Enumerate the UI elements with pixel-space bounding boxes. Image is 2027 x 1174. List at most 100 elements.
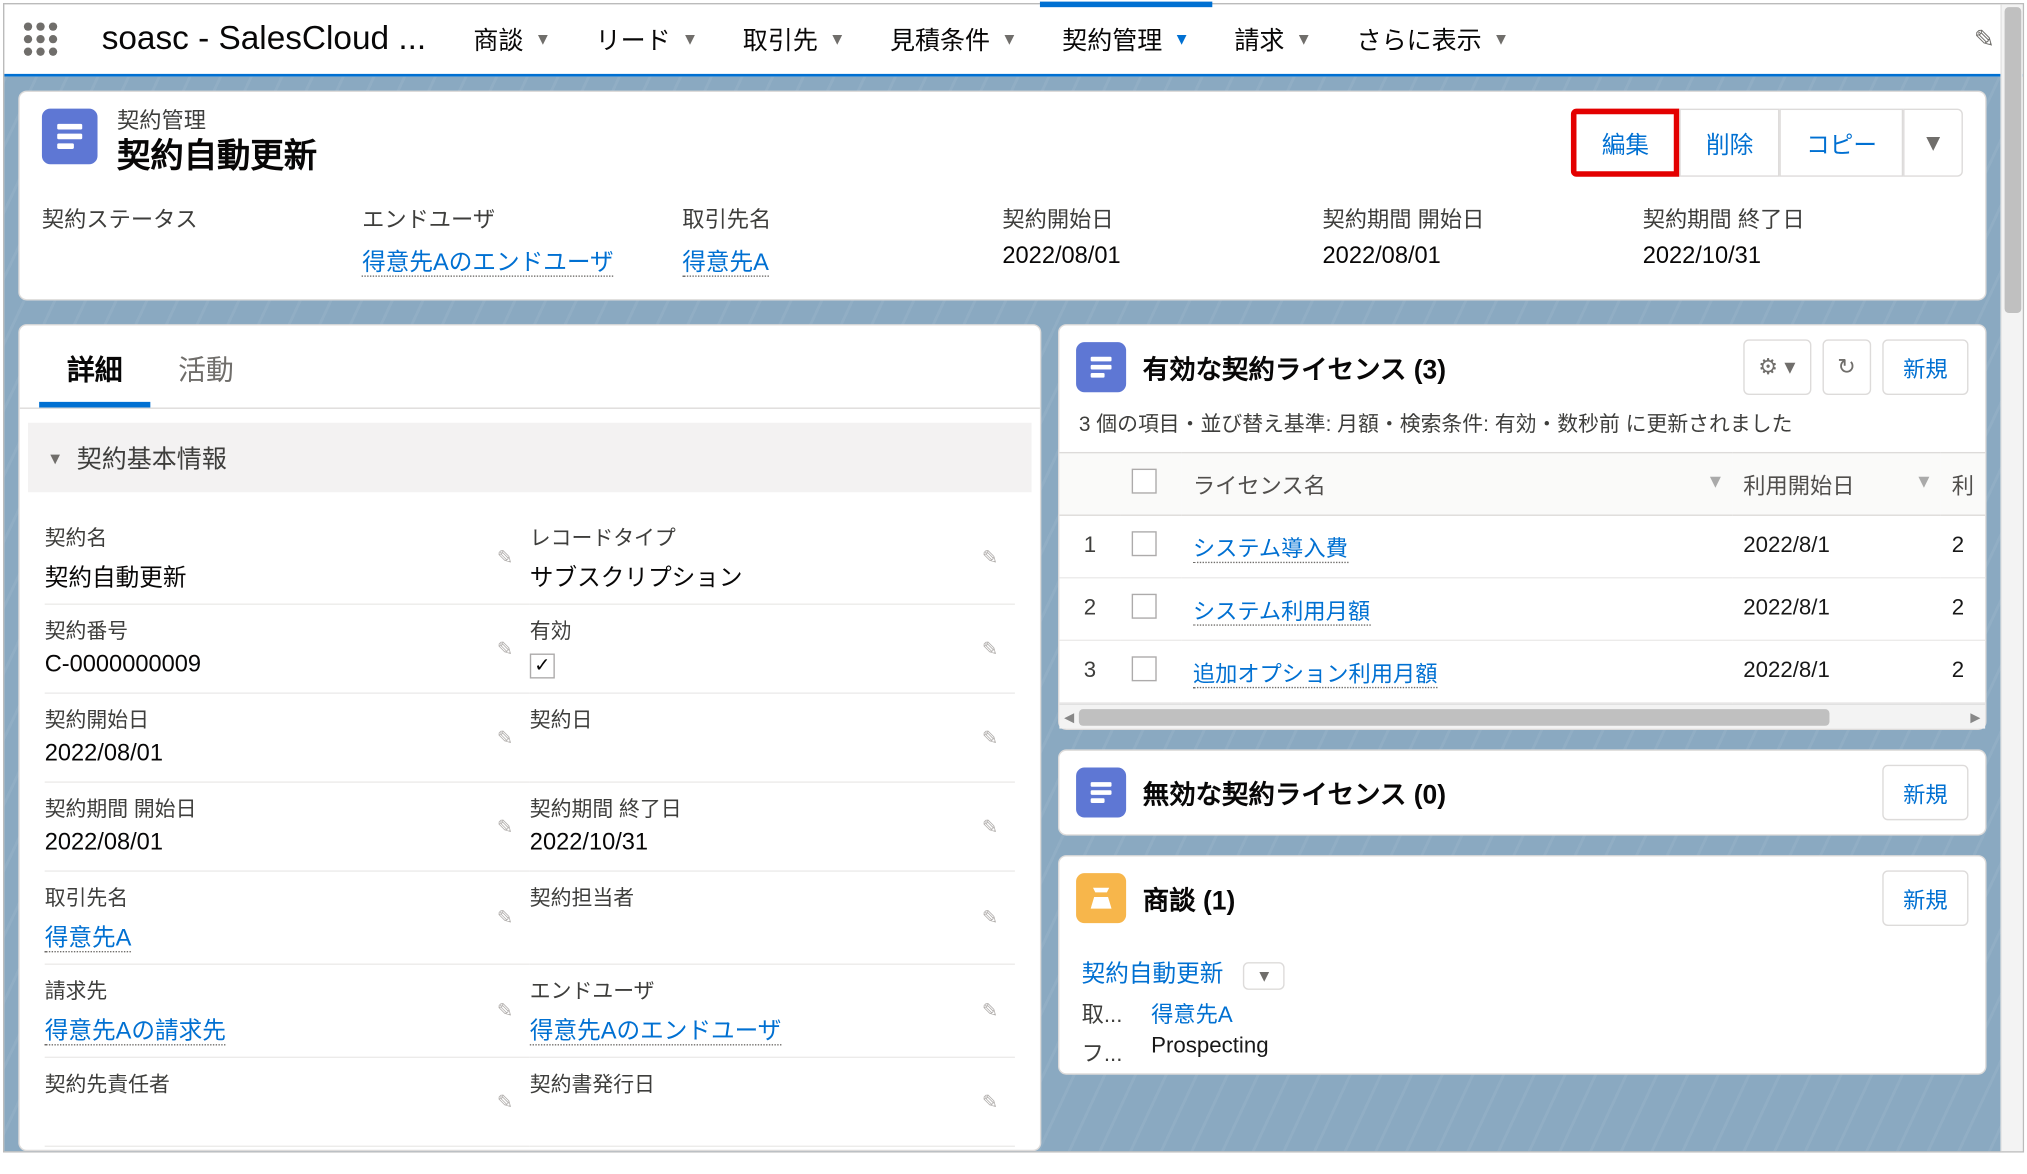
pencil-icon[interactable]: ✎ — [497, 906, 513, 930]
new-button[interactable]: 新規 — [1882, 870, 1968, 926]
chevron-down-icon[interactable]: ▼ — [1296, 29, 1313, 48]
row-checkbox[interactable] — [1132, 656, 1157, 681]
field-label: 契約番号 — [45, 616, 516, 645]
field-value-link[interactable]: 得意先Aのエンドユーザ — [530, 1018, 782, 1046]
field-value-link[interactable]: 得意先Aのエンドユーザ — [362, 250, 614, 278]
more-actions-dropdown[interactable]: ▼ — [1903, 109, 1963, 177]
field-label: 契約書発行日 — [530, 1069, 1001, 1098]
pencil-icon[interactable]: ✎ — [982, 906, 998, 930]
pencil-icon[interactable]: ✎ — [497, 999, 513, 1023]
pencil-icon[interactable]: ✎ — [497, 1090, 513, 1114]
field-label: エンドユーザ — [362, 201, 682, 234]
opportunity-link[interactable]: 契約自動更新 — [1082, 961, 1224, 987]
nav-tab-more[interactable]: さらに表示▼ — [1334, 4, 1531, 74]
nav-tab-contract[interactable]: 契約管理 ▼ — [1040, 4, 1212, 74]
pencil-icon[interactable]: ✎ — [497, 546, 513, 570]
row-checkbox[interactable] — [1132, 531, 1157, 556]
field-value: 2022/08/01 — [45, 740, 516, 771]
tab-activity[interactable]: 活動 — [150, 325, 261, 407]
select-all-checkbox[interactable] — [1132, 468, 1157, 493]
field-value-link[interactable]: 得意先Aの請求先 — [45, 1018, 226, 1046]
field-value-link[interactable]: 得意先A — [682, 250, 769, 278]
field-label: レコードタイプ — [530, 523, 1001, 552]
chevron-down-icon[interactable]: ▼ — [682, 29, 699, 48]
detail-field: 契約開始日2022/08/01✎ — [45, 694, 530, 783]
col-header[interactable]: ライセンス名 — [1193, 476, 1326, 500]
related-list-opportunities: 商談 (1) 新規 契約自動更新 ▼ 取...得意先Aフ...Prospecti… — [1058, 855, 1987, 1074]
row-number: 3 — [1059, 640, 1120, 703]
horizontal-scrollbar[interactable]: ◄ ► — [1059, 704, 1985, 729]
nav-tab-opportunity[interactable]: 商談▼ — [451, 4, 573, 74]
related-list-title[interactable]: 無効な契約ライセンス (0) — [1143, 774, 1446, 812]
chevron-down-icon[interactable]: ▾ — [1918, 467, 1929, 495]
field-value: 2022/08/01 — [1323, 243, 1643, 271]
opp-field-label: フ... — [1082, 1034, 1138, 1067]
global-header: soasc - SalesCloud ... 商談▼ リード▼ 取引先▼ 見積条… — [4, 4, 2022, 76]
edit-button[interactable]: 編集 — [1571, 109, 1679, 177]
chevron-down-icon: ▾ — [50, 446, 60, 470]
chevron-down-icon[interactable]: ▼ — [1173, 29, 1190, 48]
record-title: 契約自動更新 — [117, 135, 317, 178]
row-action-dropdown[interactable]: ▼ — [1244, 962, 1286, 990]
app-name-label: soasc - SalesCloud ... — [77, 20, 452, 59]
detail-field: 契約書発行日✎ — [530, 1058, 1015, 1147]
nav-tab-invoice[interactable]: 請求▼ — [1212, 4, 1334, 74]
chevron-down-icon[interactable]: ▼ — [1001, 29, 1018, 48]
nav-tabs: 商談▼ リード▼ 取引先▼ 見積条件▼ 契約管理 ▼ 請求▼ さらに表示▼ — [451, 4, 1531, 74]
nav-label: 契約管理 — [1062, 21, 1162, 57]
section-toggle[interactable]: ▾ 契約基本情報 — [28, 423, 1032, 493]
field-label: 契約期間 開始日 — [1323, 201, 1643, 234]
col-header[interactable]: 利用開始日 — [1743, 476, 1854, 500]
field-value: 契約自動更新 — [45, 558, 516, 593]
start-date: 2022/8/1 — [1732, 515, 1941, 578]
related-list-disabled-licenses: 無効な契約ライセンス (0) 新規 — [1058, 749, 1987, 835]
license-link[interactable]: 追加オプション利用月額 — [1193, 663, 1438, 688]
field-label: 有効 — [530, 616, 1001, 645]
pencil-icon[interactable]: ✎ — [497, 637, 513, 661]
nav-tab-quote[interactable]: 見積条件▼ — [868, 4, 1040, 74]
nav-tab-lead[interactable]: リード▼ — [573, 4, 720, 74]
license-link[interactable]: システム利用月額 — [1193, 601, 1370, 626]
delete-button[interactable]: 削除 — [1680, 109, 1780, 177]
row-checkbox[interactable] — [1132, 593, 1157, 618]
chevron-down-icon[interactable]: ▾ — [1710, 467, 1721, 495]
new-button[interactable]: 新規 — [1882, 765, 1968, 821]
pencil-icon[interactable]: ✎ — [497, 726, 513, 750]
detail-field: レコードタイプサブスクリプション✎ — [530, 512, 1015, 605]
pencil-icon[interactable]: ✎ — [982, 815, 998, 839]
license-link[interactable]: システム導入費 — [1193, 538, 1348, 563]
section-title: 契約基本情報 — [77, 439, 227, 475]
table-row[interactable]: 1システム導入費2022/8/12 — [1059, 515, 1985, 578]
pencil-icon[interactable]: ✎ — [982, 546, 998, 570]
table-row[interactable]: 3追加オプション利用月額2022/8/12 — [1059, 640, 1985, 703]
record-actions: 編集 削除 コピー ▼ — [1571, 109, 1963, 177]
chevron-down-icon[interactable]: ▼ — [535, 29, 552, 48]
tab-detail[interactable]: 詳細 — [39, 325, 150, 407]
pencil-icon[interactable]: ✎ — [982, 999, 998, 1023]
field-label: 請求先 — [45, 976, 516, 1005]
field-value: C-0000000009 — [45, 651, 516, 682]
list-icon — [1076, 768, 1126, 818]
related-list-title[interactable]: 有効な契約ライセンス (3) — [1143, 348, 1446, 386]
related-list-title[interactable]: 商談 (1) — [1143, 879, 1235, 917]
gear-icon[interactable]: ⚙ ▾ — [1743, 339, 1811, 395]
detail-panel: 詳細 活動 ▾ 契約基本情報 契約名契約自動更新✎レコードタイプサブスクリプショ… — [18, 324, 1041, 1151]
new-button[interactable]: 新規 — [1882, 339, 1968, 395]
table-row[interactable]: 2システム利用月額2022/8/12 — [1059, 578, 1985, 641]
app-launcher-icon[interactable] — [4, 22, 76, 55]
nav-tab-account[interactable]: 取引先▼ — [721, 4, 868, 74]
pencil-icon[interactable]: ✎ — [982, 726, 998, 750]
refresh-icon[interactable]: ↻ — [1822, 339, 1871, 395]
pencil-icon[interactable]: ✎ — [497, 815, 513, 839]
field-label: 契約期間 終了日 — [1643, 201, 1963, 234]
vertical-scrollbar[interactable] — [2000, 4, 2022, 1151]
detail-field: 契約担当者✎ — [530, 872, 1015, 965]
chevron-down-icon[interactable]: ▼ — [829, 29, 846, 48]
copy-button[interactable]: コピー — [1780, 109, 1904, 177]
opp-field-value[interactable]: 得意先A — [1151, 995, 1233, 1028]
pencil-icon[interactable]: ✎ — [982, 1090, 998, 1114]
detail-field: 契約日✎ — [530, 694, 1015, 783]
field-value-link[interactable]: 得意先A — [45, 925, 132, 953]
chevron-down-icon[interactable]: ▼ — [1493, 29, 1510, 48]
pencil-icon[interactable]: ✎ — [982, 637, 998, 661]
